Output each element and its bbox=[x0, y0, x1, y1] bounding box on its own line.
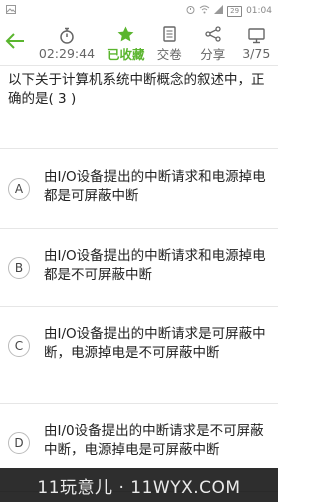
bottom-watermark-bar: 11玩意儿 · 11WYX.COM bbox=[0, 468, 278, 502]
submit-label: 交卷 bbox=[156, 46, 182, 62]
option-d-letter: D bbox=[8, 432, 30, 454]
favorite-button[interactable]: 已收藏 bbox=[104, 22, 148, 65]
back-arrow-icon bbox=[5, 31, 25, 56]
status-right: 29 01:04 bbox=[186, 5, 272, 17]
option-a[interactable]: A 由I/O设备提出的中断请求和电源掉电都是可屏蔽中断 bbox=[0, 149, 278, 229]
back-button[interactable] bbox=[0, 22, 30, 65]
status-left bbox=[6, 5, 16, 17]
submit-button[interactable]: 交卷 bbox=[147, 22, 191, 65]
favorite-label: 已收藏 bbox=[106, 46, 145, 62]
document-icon bbox=[163, 25, 176, 43]
option-b-text: 由I/O设备提出的中断请求和电源掉电都是不可屏蔽中断 bbox=[44, 248, 266, 283]
battery-level: 29 bbox=[227, 5, 243, 17]
option-c-text: 由I/O设备提出的中断请求是可屏蔽中断，电源掉电是不可屏蔽中断 bbox=[44, 326, 266, 361]
star-icon bbox=[117, 25, 134, 43]
stopwatch-icon bbox=[59, 27, 75, 45]
timer: 02:29:44 bbox=[30, 22, 104, 65]
alarm-icon bbox=[186, 5, 195, 17]
question-text: 以下关于计算机系统中断概念的叙述中，正确的是( 3 ) bbox=[0, 66, 278, 149]
option-b-letter: B bbox=[8, 257, 30, 279]
progress-button[interactable]: 3/75 bbox=[235, 22, 279, 65]
share-icon bbox=[205, 25, 221, 43]
share-button[interactable]: 分享 bbox=[191, 22, 235, 65]
signal-icon bbox=[214, 5, 224, 17]
options-list: A 由I/O设备提出的中断请求和电源掉电都是可屏蔽中断 B 由I/O设备提出的中… bbox=[0, 149, 278, 492]
option-b[interactable]: B 由I/O设备提出的中断请求和电源掉电都是不可屏蔽中断 bbox=[0, 229, 278, 307]
status-bar: 29 01:04 bbox=[0, 0, 278, 22]
option-d-text: 由I/0设备提出的中断请求是不可屏蔽中断，电源掉电是可屏蔽中断 bbox=[44, 423, 264, 458]
image-icon bbox=[6, 5, 16, 17]
share-label: 分享 bbox=[200, 46, 226, 62]
option-c[interactable]: C 由I/O设备提出的中断请求是可屏蔽中断，电源掉电是不可屏蔽中断 bbox=[0, 307, 278, 404]
option-a-letter: A bbox=[8, 178, 30, 200]
option-c-letter: C bbox=[8, 335, 30, 357]
wifi-icon bbox=[199, 5, 210, 17]
monitor-icon bbox=[248, 27, 265, 45]
option-a-text: 由I/O设备提出的中断请求和电源掉电都是可屏蔽中断 bbox=[44, 169, 266, 204]
watermark-text: 11玩意儿 · 11WYX.COM bbox=[37, 477, 241, 498]
progress-label: 3/75 bbox=[242, 45, 271, 61]
clock-time: 01:04 bbox=[246, 6, 272, 16]
timer-value: 02:29:44 bbox=[38, 45, 96, 61]
exam-toolbar: 02:29:44 已收藏 交卷 分享 3/75 bbox=[0, 22, 278, 66]
